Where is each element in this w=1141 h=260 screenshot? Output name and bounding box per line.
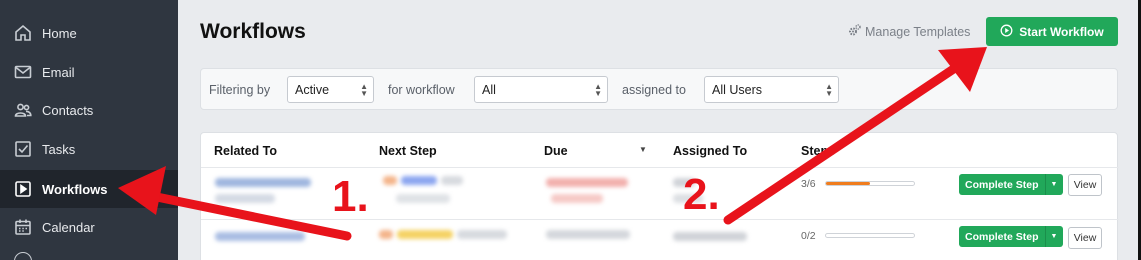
envelope-icon <box>13 62 33 82</box>
page-title: Workflows <box>200 20 306 43</box>
workflow-select[interactable]: All ▲ ▼ <box>474 76 608 103</box>
related-to-blurred[interactable] <box>215 178 311 187</box>
due-date-blurred <box>546 178 628 187</box>
steps-progress-bar <box>825 181 915 186</box>
steps-count: 0/2 <box>801 230 816 242</box>
next-step-sub-blurred <box>396 194 450 203</box>
sidebar-item-label: Workflows <box>42 181 108 197</box>
related-to-sub-blurred <box>215 194 275 203</box>
select-arrows-icon: ▲ ▼ <box>360 82 368 98</box>
sidebar-item-home[interactable]: Home <box>0 14 178 52</box>
table-row[interactable]: 0/2 Complete Step ▼ View <box>201 219 1119 260</box>
sidebar-item-calendar[interactable]: Calendar <box>0 208 178 246</box>
workflow-select-value: All <box>482 82 496 97</box>
chevron-down-icon[interactable]: ▼ <box>1044 174 1063 195</box>
step-icon-blurred <box>383 176 397 185</box>
complete-step-label: Complete Step <box>965 230 1039 243</box>
sidebar-item-workflows[interactable]: Workflows <box>0 170 178 208</box>
chevron-down-icon[interactable]: ▼ <box>1044 226 1063 247</box>
assigned-user-select-value: All Users <box>712 82 763 97</box>
gears-icon <box>848 24 861 40</box>
select-arrows-icon: ▲ ▼ <box>825 82 833 98</box>
column-header-due[interactable]: Due <box>544 144 568 158</box>
checkbox-icon <box>13 139 33 159</box>
assignee-blurred <box>673 232 747 241</box>
play-circle-icon <box>1000 24 1013 40</box>
next-step-blurred <box>441 176 463 185</box>
play-square-icon <box>13 179 33 199</box>
sort-caret-icon: ▼ <box>639 145 647 154</box>
sidebar-item-email[interactable]: Email <box>0 53 178 91</box>
start-workflow-button[interactable]: Start Workflow <box>986 17 1118 46</box>
next-step-blurred <box>457 230 507 239</box>
status-select-value: Active <box>295 82 330 97</box>
view-button[interactable]: View <box>1068 227 1102 249</box>
related-to-blurred[interactable] <box>215 232 305 241</box>
column-header-steps[interactable]: Steps <box>801 144 835 158</box>
sidebar-item-label: Home <box>42 25 77 41</box>
select-arrows-icon: ▲ ▼ <box>594 82 602 98</box>
step-icon-blurred <box>379 230 393 239</box>
partial-nav-icon <box>14 252 32 260</box>
filtering-by-label: Filtering by <box>209 83 271 97</box>
steps-progress-bar <box>825 233 915 238</box>
column-header-assigned-to[interactable]: Assigned To <box>673 144 747 158</box>
sidebar-item-label: Calendar <box>42 219 95 235</box>
for-workflow-label: for workflow <box>388 83 455 97</box>
main-content: Workflows Manage Templates Start Workflo… <box>178 0 1141 260</box>
step-marker-1: 1. <box>332 172 369 221</box>
sidebar-item-tasks[interactable]: Tasks <box>0 130 178 168</box>
column-header-next-step[interactable]: Next Step <box>379 144 437 158</box>
steps-progress-fill <box>826 182 870 185</box>
manage-templates-link[interactable]: Manage Templates <box>848 24 970 40</box>
assigned-user-select[interactable]: All Users ▲ ▼ <box>704 76 839 103</box>
sidebar: Home Email Contacts Tasks Workflows Cale… <box>0 0 178 260</box>
sidebar-item-contacts[interactable]: Contacts <box>0 91 178 129</box>
complete-step-button[interactable]: Complete Step ▼ <box>959 174 1063 195</box>
complete-step-label: Complete Step <box>965 178 1039 191</box>
status-select[interactable]: Active ▲ ▼ <box>287 76 374 103</box>
complete-step-button[interactable]: Complete Step ▼ <box>959 226 1063 247</box>
sidebar-item-label: Tasks <box>42 141 76 157</box>
calendar-icon <box>13 217 33 237</box>
step-marker-2: 2. <box>683 170 720 219</box>
view-button[interactable]: View <box>1068 174 1102 196</box>
assigned-to-label: assigned to <box>622 83 686 97</box>
start-workflow-label: Start Workflow <box>1019 24 1104 39</box>
steps-count: 3/6 <box>801 178 816 190</box>
due-date-blurred <box>546 230 630 239</box>
column-header-related-to[interactable]: Related To <box>214 144 277 158</box>
sidebar-item-label: Email <box>42 64 75 80</box>
contacts-icon <box>13 100 33 120</box>
sidebar-item-label: Contacts <box>42 102 94 118</box>
next-step-blurred <box>397 230 453 239</box>
filter-bar: Filtering by Active ▲ ▼ for workflow All … <box>200 68 1118 110</box>
due-sub-blurred <box>551 194 603 203</box>
home-icon <box>13 23 33 43</box>
manage-templates-label: Manage Templates <box>865 25 971 39</box>
next-step-blurred <box>401 176 437 185</box>
